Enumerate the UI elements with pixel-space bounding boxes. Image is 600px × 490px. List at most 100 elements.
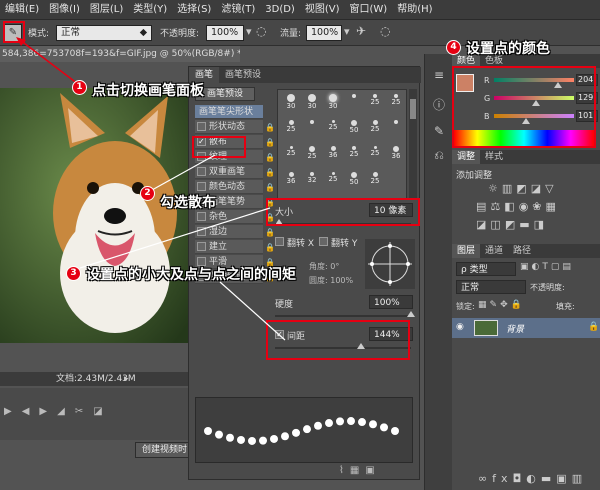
brightness-icon[interactable]: ☼	[488, 182, 502, 195]
brush-tip[interactable]: 25	[322, 118, 344, 138]
layer-row-background[interactable]: ◉ 背景 🔒	[452, 318, 600, 338]
menu-item-9[interactable]: 帮助(H)	[392, 0, 437, 20]
menu-item-8[interactable]: 窗口(W)	[345, 0, 393, 20]
pressure-opacity-icon[interactable]: ◌	[256, 24, 266, 38]
menu-item-0[interactable]: 编辑(E)	[0, 0, 44, 20]
new-layer-icon[interactable]: ▣	[556, 472, 571, 485]
filter-pixel-icon[interactable]: ▣	[520, 262, 532, 272]
chevron-down-icon[interactable]: ▾	[246, 25, 252, 38]
brush-setting-4[interactable]: 双重画笔 🔒	[195, 165, 275, 179]
menu-item-7[interactable]: 视图(V)	[300, 0, 345, 20]
history-icon[interactable]: ≡	[431, 68, 447, 82]
create-video-timeline-button[interactable]: 创建视频时	[135, 442, 190, 458]
chevron-down-icon[interactable]: ▾	[344, 25, 350, 38]
exposure-icon[interactable]: ◪	[531, 182, 545, 195]
toggle-preview-icon[interactable]: ⌇	[339, 465, 350, 476]
brush-setting-checkbox[interactable]	[197, 242, 206, 251]
brush-tip[interactable]: 36	[385, 144, 407, 164]
brush-setting-checkbox[interactable]	[197, 227, 206, 236]
brush-setting-9[interactable]: 建立 🔒	[195, 240, 275, 254]
balance-icon[interactable]: ⚖	[490, 200, 504, 213]
lock-icon[interactable]: 🔒	[511, 300, 525, 310]
brush-tip[interactable]: 30	[301, 92, 323, 112]
brush-tip[interactable]	[385, 118, 407, 138]
brush-tip[interactable]: 50	[343, 118, 365, 138]
brush-setting-checkbox[interactable]	[197, 167, 206, 176]
hardness-field[interactable]: 100%	[369, 295, 413, 309]
brush-icon[interactable]: ✎	[431, 124, 447, 138]
lock-pixels-icon[interactable]: ✎	[490, 300, 501, 310]
tab-layers[interactable]: 图层	[452, 244, 481, 258]
filter-type-icon[interactable]: T	[542, 262, 551, 272]
brush-tip[interactable]: 50	[343, 170, 365, 190]
hardness-slider[interactable]	[275, 315, 411, 317]
brush-tip[interactable]: 25	[301, 144, 323, 164]
lock-icon[interactable]: 🔒	[265, 136, 275, 150]
brush-tip[interactable]: 30	[322, 92, 344, 112]
lock-transparency-icon[interactable]: ▦	[478, 300, 490, 310]
brush-tip[interactable]: 25	[364, 170, 386, 190]
menu-item-3[interactable]: 类型(Y)	[128, 0, 172, 20]
tip-grid-scrollbar[interactable]	[409, 89, 417, 199]
levels-icon[interactable]: ▥	[502, 182, 516, 195]
info-icon[interactable]: ⓘ	[431, 96, 447, 112]
image-canvas[interactable]	[0, 88, 188, 343]
brush-tip[interactable]: 25	[280, 144, 302, 164]
brush-tip[interactable]: 25	[343, 144, 365, 164]
brush-tip[interactable]: 36	[280, 170, 302, 190]
mode-select[interactable]: 正常 ◆	[56, 25, 152, 41]
folder-icon[interactable]: ▬	[541, 472, 556, 485]
airbrush-icon[interactable]: ✈	[356, 24, 366, 38]
prev-frame-icon[interactable]: ◀	[22, 406, 40, 417]
brush-tip[interactable]: 25	[280, 118, 302, 138]
selective-color-icon[interactable]: ◨	[534, 218, 548, 231]
bw-icon[interactable]: ◧	[504, 200, 518, 213]
menu-item-5[interactable]: 滤镜(T)	[216, 0, 260, 20]
flip-y-checkbox[interactable]	[319, 237, 328, 246]
tab-styles[interactable]: 样式	[480, 150, 508, 164]
filter-smart-icon[interactable]: ▤	[562, 262, 574, 272]
lock-icon[interactable]: 🔒	[265, 226, 275, 240]
tab-brush-presets[interactable]: 画笔预设	[219, 67, 267, 83]
new-brush-icon[interactable]: ▣	[365, 465, 380, 476]
layer-filter-select[interactable]: ρ 类型	[456, 262, 516, 276]
opacity-field[interactable]: 100%	[206, 25, 244, 41]
brush-setting-checkbox[interactable]	[197, 122, 206, 131]
brush-tip[interactable]: 36	[322, 144, 344, 164]
brush-tip[interactable]: 30	[280, 92, 302, 112]
lock-icon[interactable]: 🔒	[265, 181, 275, 195]
brush-tip-grid[interactable]: 30 30 30 25 25 25 25 50 25 25 25 36 25 25 36 36 32 25 50 25	[277, 89, 407, 199]
audio-icon[interactable]: ◢	[57, 406, 75, 417]
brush-setting-checkbox[interactable]	[197, 182, 206, 191]
adjustment-layer-icon[interactable]: ◐	[526, 472, 541, 485]
link-layers-icon[interactable]: ∞	[478, 472, 492, 485]
brush-tip[interactable]: 25	[364, 118, 386, 138]
tab-paths[interactable]: 路径	[508, 244, 536, 258]
flip-x-checkbox[interactable]	[275, 237, 284, 246]
scissors-icon[interactable]: ✂	[75, 406, 93, 417]
status-menu-icon[interactable]: ▸	[124, 372, 129, 386]
brush-presets-button[interactable]: 画笔预设	[195, 87, 255, 101]
clone-source-icon[interactable]: ⎌	[431, 148, 447, 162]
lock-icon[interactable]: 🔒	[265, 151, 275, 165]
menu-item-2[interactable]: 图层(L)	[85, 0, 128, 20]
brush-tip[interactable]: 32	[301, 170, 323, 190]
lock-icon[interactable]: 🔒	[265, 241, 275, 255]
pressure-size-icon[interactable]: ◌	[380, 24, 390, 38]
brush-setting-8[interactable]: 湿边 🔒	[195, 225, 275, 239]
menu-item-4[interactable]: 选择(S)	[172, 0, 216, 20]
curves-icon[interactable]: ◩	[516, 182, 530, 195]
blend-mode-select[interactable]: 正常	[456, 280, 526, 294]
filter-adjust-icon[interactable]: ◐	[532, 262, 543, 272]
hue-icon[interactable]: ▤	[476, 200, 490, 213]
lock-icon[interactable]: 🔒	[265, 166, 275, 180]
threshold-icon[interactable]: ◩	[505, 218, 519, 231]
brush-tip[interactable]: 25	[385, 92, 407, 112]
brush-tip[interactable]	[301, 118, 323, 138]
flow-field[interactable]: 100%	[306, 25, 342, 41]
play-icon[interactable]: ▶	[4, 406, 22, 417]
invert-icon[interactable]: ◪	[476, 218, 490, 231]
brush-tip[interactable]: 25	[364, 144, 386, 164]
menu-item-1[interactable]: 图像(I)	[44, 0, 85, 20]
mask-icon[interactable]: ◘	[513, 472, 527, 485]
